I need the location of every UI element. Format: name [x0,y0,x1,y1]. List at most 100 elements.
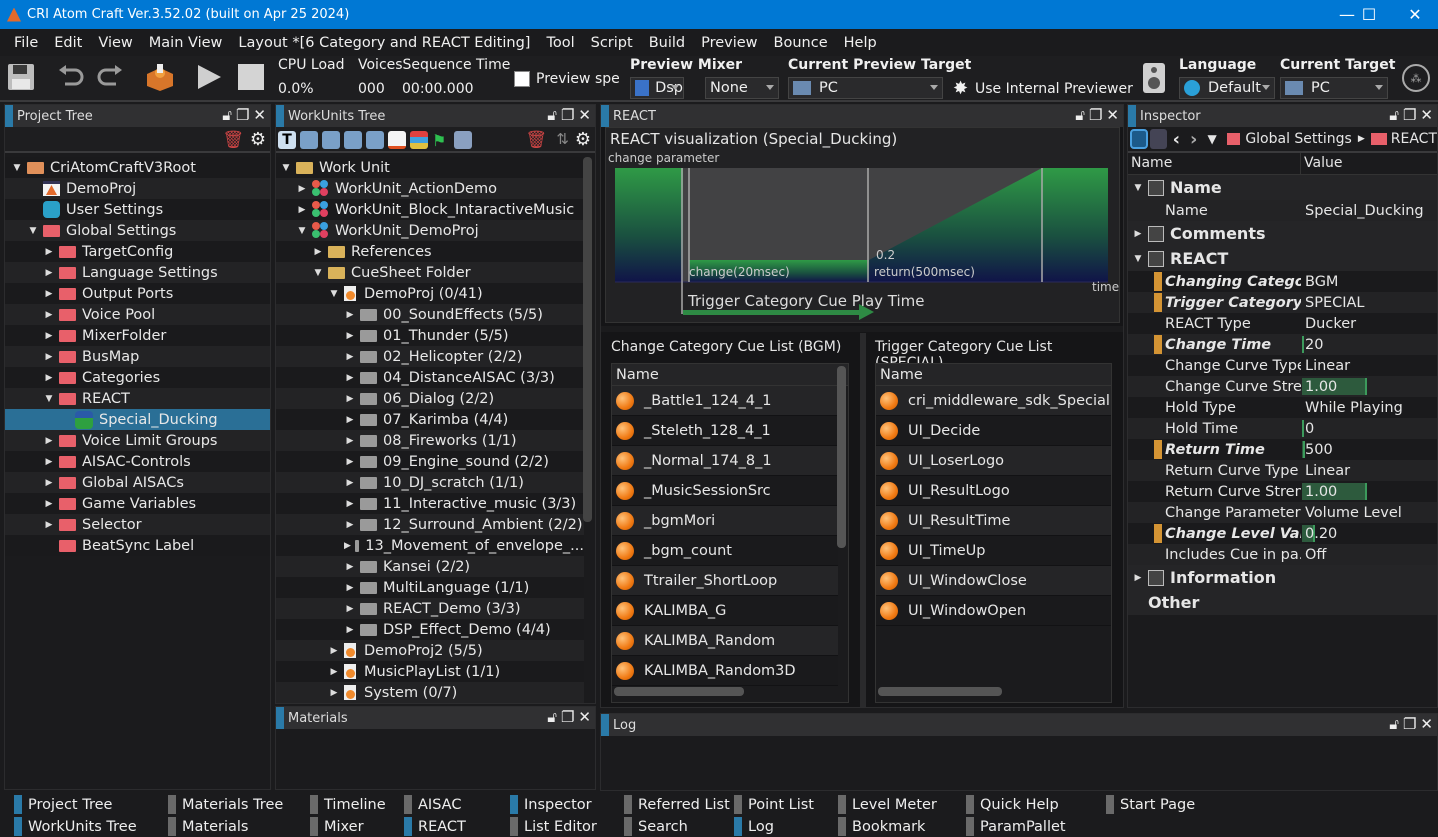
tree-item[interactable]: BeatSync Label [5,535,270,556]
trash-icon[interactable]: 🗑︎ [525,130,547,150]
tree-item[interactable]: ▶ DSP_Effect_Demo (4/4) [276,619,584,640]
sound-settings-button[interactable] [1138,60,1172,96]
collapsed-arrow-icon[interactable]: ▶ [328,667,340,677]
use-internal-previewer-button[interactable]: Use Internal Previewer [975,81,1133,97]
collapsed-arrow-icon[interactable]: ▶ [328,688,340,698]
inspector-property-row[interactable]: Name Special_Ducking [1128,200,1437,221]
close-button[interactable]: ✕ [1392,0,1438,29]
cue-list-item[interactable]: UI_ResultLogo [876,476,1111,506]
collapsed-arrow-icon[interactable]: ▶ [344,436,356,446]
tree-item[interactable]: ▶ System (0/7) [276,682,584,703]
tree-item[interactable]: ▶ 00_SoundEffects (5/5) [276,304,584,325]
change-list-hscroll[interactable] [614,687,744,696]
dock-tab-parampallet[interactable]: ParamPallet [966,816,1066,837]
preview-target-dropdown[interactable]: PC [788,77,943,99]
tree-item[interactable]: DemoProj [5,178,270,199]
cue-list-item[interactable]: _Steleth_128_4_1 [612,416,838,446]
mixer-dsp-dropdown[interactable]: Dsp [630,77,684,99]
dock-tab-point-list[interactable]: Point List [734,794,814,815]
breadcrumb-react[interactable]: REACT [1391,131,1437,147]
tree-item[interactable]: ▶ DemoProj2 (5/5) [276,640,584,661]
trigger-list-hscroll[interactable] [878,687,1002,696]
collapsed-arrow-icon[interactable]: ▶ [1132,573,1144,583]
tree-item[interactable]: ▶ 10_DJ_scratch (1/1) [276,472,584,493]
dock-tab-materials-tree[interactable]: Materials Tree [168,794,283,815]
collapsed-arrow-icon[interactable]: ▶ [43,457,55,467]
gear-icon[interactable]: ⚙ [575,129,591,150]
expanded-arrow-icon[interactable]: ▼ [43,394,55,404]
tree-item[interactable]: ▶ 13_Movement_of_envelope_... [276,535,584,556]
menu-build[interactable]: Build [641,35,693,51]
menu-view[interactable]: View [90,35,140,51]
inspector-property-row[interactable]: Change Level Value0.20 [1128,523,1437,544]
cue-list-item[interactable]: KALIMBA_Random [612,626,838,656]
clapboard-play-icon[interactable] [322,131,340,149]
category-icon[interactable] [410,131,428,149]
stop-button[interactable] [235,61,267,93]
collapsed-arrow-icon[interactable]: ▶ [344,520,356,530]
menu-edit[interactable]: Edit [46,35,90,51]
collapsed-arrow-icon[interactable]: ▶ [312,247,324,257]
tree-item[interactable]: ▼ WorkUnit_DemoProj [276,220,584,241]
inspector-group-react[interactable]: ▼ REACT [1128,246,1437,271]
close-icon[interactable]: ✕ [1420,106,1433,124]
collapsed-arrow-icon[interactable]: ▶ [43,373,55,383]
tree-item[interactable]: ▶ Categories [5,367,270,388]
inspector-property-row[interactable]: Return Curve Type Linear [1128,460,1437,481]
property-value[interactable]: 0.20 [1305,526,1337,542]
cue-list-item[interactable]: _Normal_174_8_1 [612,446,838,476]
inspector-property-row[interactable]: Change Time 20 [1128,334,1437,355]
close-icon[interactable]: ✕ [1420,715,1433,733]
menu-preview[interactable]: Preview [693,35,765,51]
splitter[interactable] [601,326,1123,332]
menu-main-view[interactable]: Main View [141,35,231,51]
list-splitter[interactable] [860,333,866,707]
collapsed-arrow-icon[interactable]: ▶ [43,289,55,299]
close-icon[interactable]: ✕ [578,106,591,124]
gear-icon[interactable]: ⚙ [250,129,266,150]
collapsed-arrow-icon[interactable]: ▶ [43,268,55,278]
tree-item[interactable]: ▶ REACT_Demo (3/3) [276,598,584,619]
inspector-property-row[interactable]: Trigger Category SPECIAL [1128,292,1437,313]
tree-item[interactable]: ▼ DemoProj (0/41) [276,283,584,304]
property-value[interactable]: Volume Level [1305,505,1402,521]
property-value[interactable]: 0 [1305,421,1314,437]
tree-item[interactable]: ▶ 08_Fireworks (1/1) [276,430,584,451]
tree-item[interactable]: ▶ WorkUnit_ActionDemo [276,178,584,199]
dock-tab-workunits-tree[interactable]: WorkUnits Tree [14,816,137,837]
metronome-icon[interactable] [366,131,384,149]
inspector-property-row[interactable]: Hold Time 0 [1128,418,1437,439]
dock-tab-inspector[interactable]: Inspector [510,794,592,815]
property-value[interactable]: 20 [1305,337,1323,353]
tree-item[interactable]: ▶ Game Variables [5,493,270,514]
float-icon[interactable]: ❐ [1089,106,1102,124]
dock-tab-materials[interactable]: Materials [168,816,248,837]
menu-bounce[interactable]: Bounce [766,35,836,51]
tree-item[interactable]: ▼ Global Settings [5,220,270,241]
inspector-property-row[interactable]: REACT Type Ducker [1128,313,1437,334]
property-value[interactable]: Ducker [1305,316,1356,332]
tree-item[interactable]: ▶ Kansei (2/2) [276,556,584,577]
cue-list-item[interactable]: _bgmMori [612,506,838,536]
expanded-arrow-icon[interactable]: ▼ [11,163,23,173]
expanded-arrow-icon[interactable]: ▼ [27,226,39,236]
tree-item[interactable]: ▶ 11_Interactive_music (3/3) [276,493,584,514]
inspector-group-information[interactable]: ▶ Information [1128,565,1437,590]
expanded-arrow-icon[interactable]: ▼ [328,289,340,299]
dock-tab-mixer[interactable]: Mixer [310,816,364,837]
collapsed-arrow-icon[interactable]: ▶ [43,247,55,257]
inspector-property-row[interactable]: Changing CategoryBGM [1128,271,1437,292]
menu-script[interactable]: Script [583,35,641,51]
tree-item[interactable]: ▶ BusMap [5,346,270,367]
menu-file[interactable]: File [6,35,46,51]
property-value[interactable]: BGM [1305,274,1338,290]
property-value[interactable]: SPECIAL [1305,295,1365,311]
tree-item[interactable]: ▶ 06_Dialog (2/2) [276,388,584,409]
dock-tab-referred-list[interactable]: Referred List [624,794,730,815]
cue-list-item[interactable]: _MusicSessionSrc [612,476,838,506]
float-icon[interactable]: ❐ [1403,715,1416,733]
collapsed-arrow-icon[interactable]: ▶ [344,583,356,593]
cue-list-item[interactable]: KALIMBA_G [612,596,838,626]
cue-list-item[interactable]: _Battle1_124_4_1 [612,386,838,416]
tree-item[interactable]: ▶ Language Settings [5,262,270,283]
